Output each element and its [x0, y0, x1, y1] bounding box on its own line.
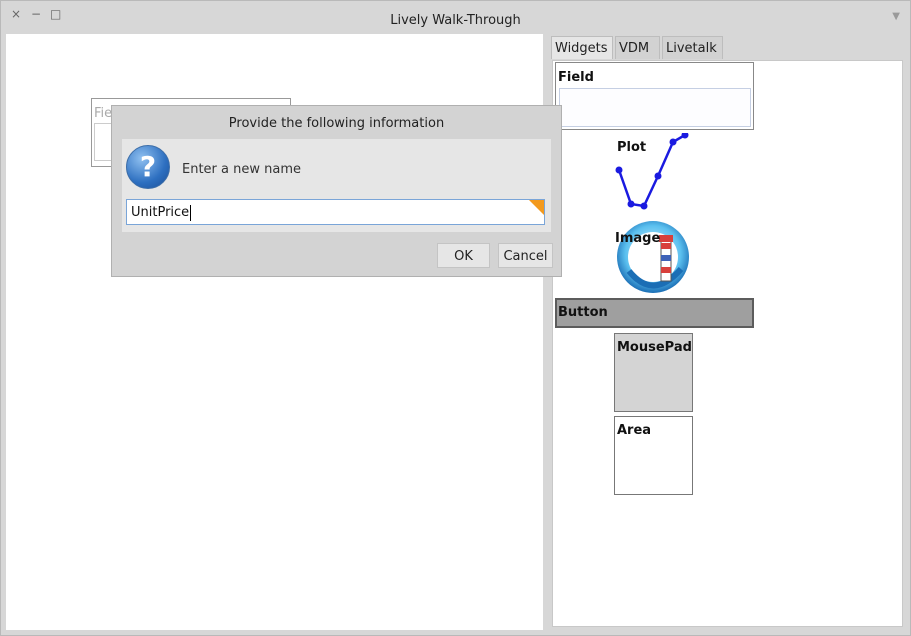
question-icon: ? — [126, 145, 170, 189]
name-input[interactable]: UnitPrice — [126, 199, 545, 225]
area-widget[interactable]: Area — [614, 416, 693, 495]
app-window: × − □ Lively Walk-Through ▼ Fie Widgets … — [0, 0, 911, 636]
dialog-body: ? Enter a new name UnitPrice — [122, 139, 551, 232]
text-caret — [190, 204, 192, 221]
button-widget[interactable]: Button — [555, 298, 754, 328]
widgets-panel: Field Plot Image Button MousePad Area — [552, 60, 903, 627]
resize-corner-icon — [529, 200, 544, 215]
plot-widget[interactable]: Plot — [611, 133, 701, 213]
chevron-down-icon[interactable]: ▼ — [892, 11, 900, 22]
palette-pane: Widgets VDM Livetalk Field Plot Image Bu… — [549, 34, 906, 630]
ok-button[interactable]: OK — [437, 243, 490, 268]
canvas-field-label: Fie — [94, 106, 113, 121]
tab-widgets[interactable]: Widgets — [551, 36, 613, 59]
tab-livetalk[interactable]: Livetalk — [662, 36, 723, 59]
image-widget[interactable]: Image — [615, 221, 695, 296]
field-widget[interactable]: Field — [555, 62, 754, 130]
button-widget-label: Button — [558, 305, 608, 320]
dialog-prompt: Enter a new name — [182, 162, 301, 177]
cancel-button[interactable]: Cancel — [498, 243, 553, 268]
name-dialog: Provide the following information ? Ente… — [111, 105, 562, 277]
title-bar: × − □ Lively Walk-Through ▼ — [1, 1, 910, 33]
area-widget-label: Area — [617, 423, 652, 438]
image-widget-label: Image — [615, 231, 661, 246]
mousepad-widget[interactable]: MousePad — [614, 333, 693, 412]
tab-vdm[interactable]: VDM — [615, 36, 660, 59]
field-widget-label: Field — [558, 70, 594, 85]
name-input-value: UnitPrice — [131, 205, 190, 220]
field-widget-input — [559, 88, 751, 127]
plot-line-icon — [615, 133, 689, 210]
window-title: Lively Walk-Through — [390, 13, 521, 28]
mousepad-widget-label: MousePad — [617, 340, 692, 355]
dialog-title: Provide the following information — [228, 116, 445, 131]
